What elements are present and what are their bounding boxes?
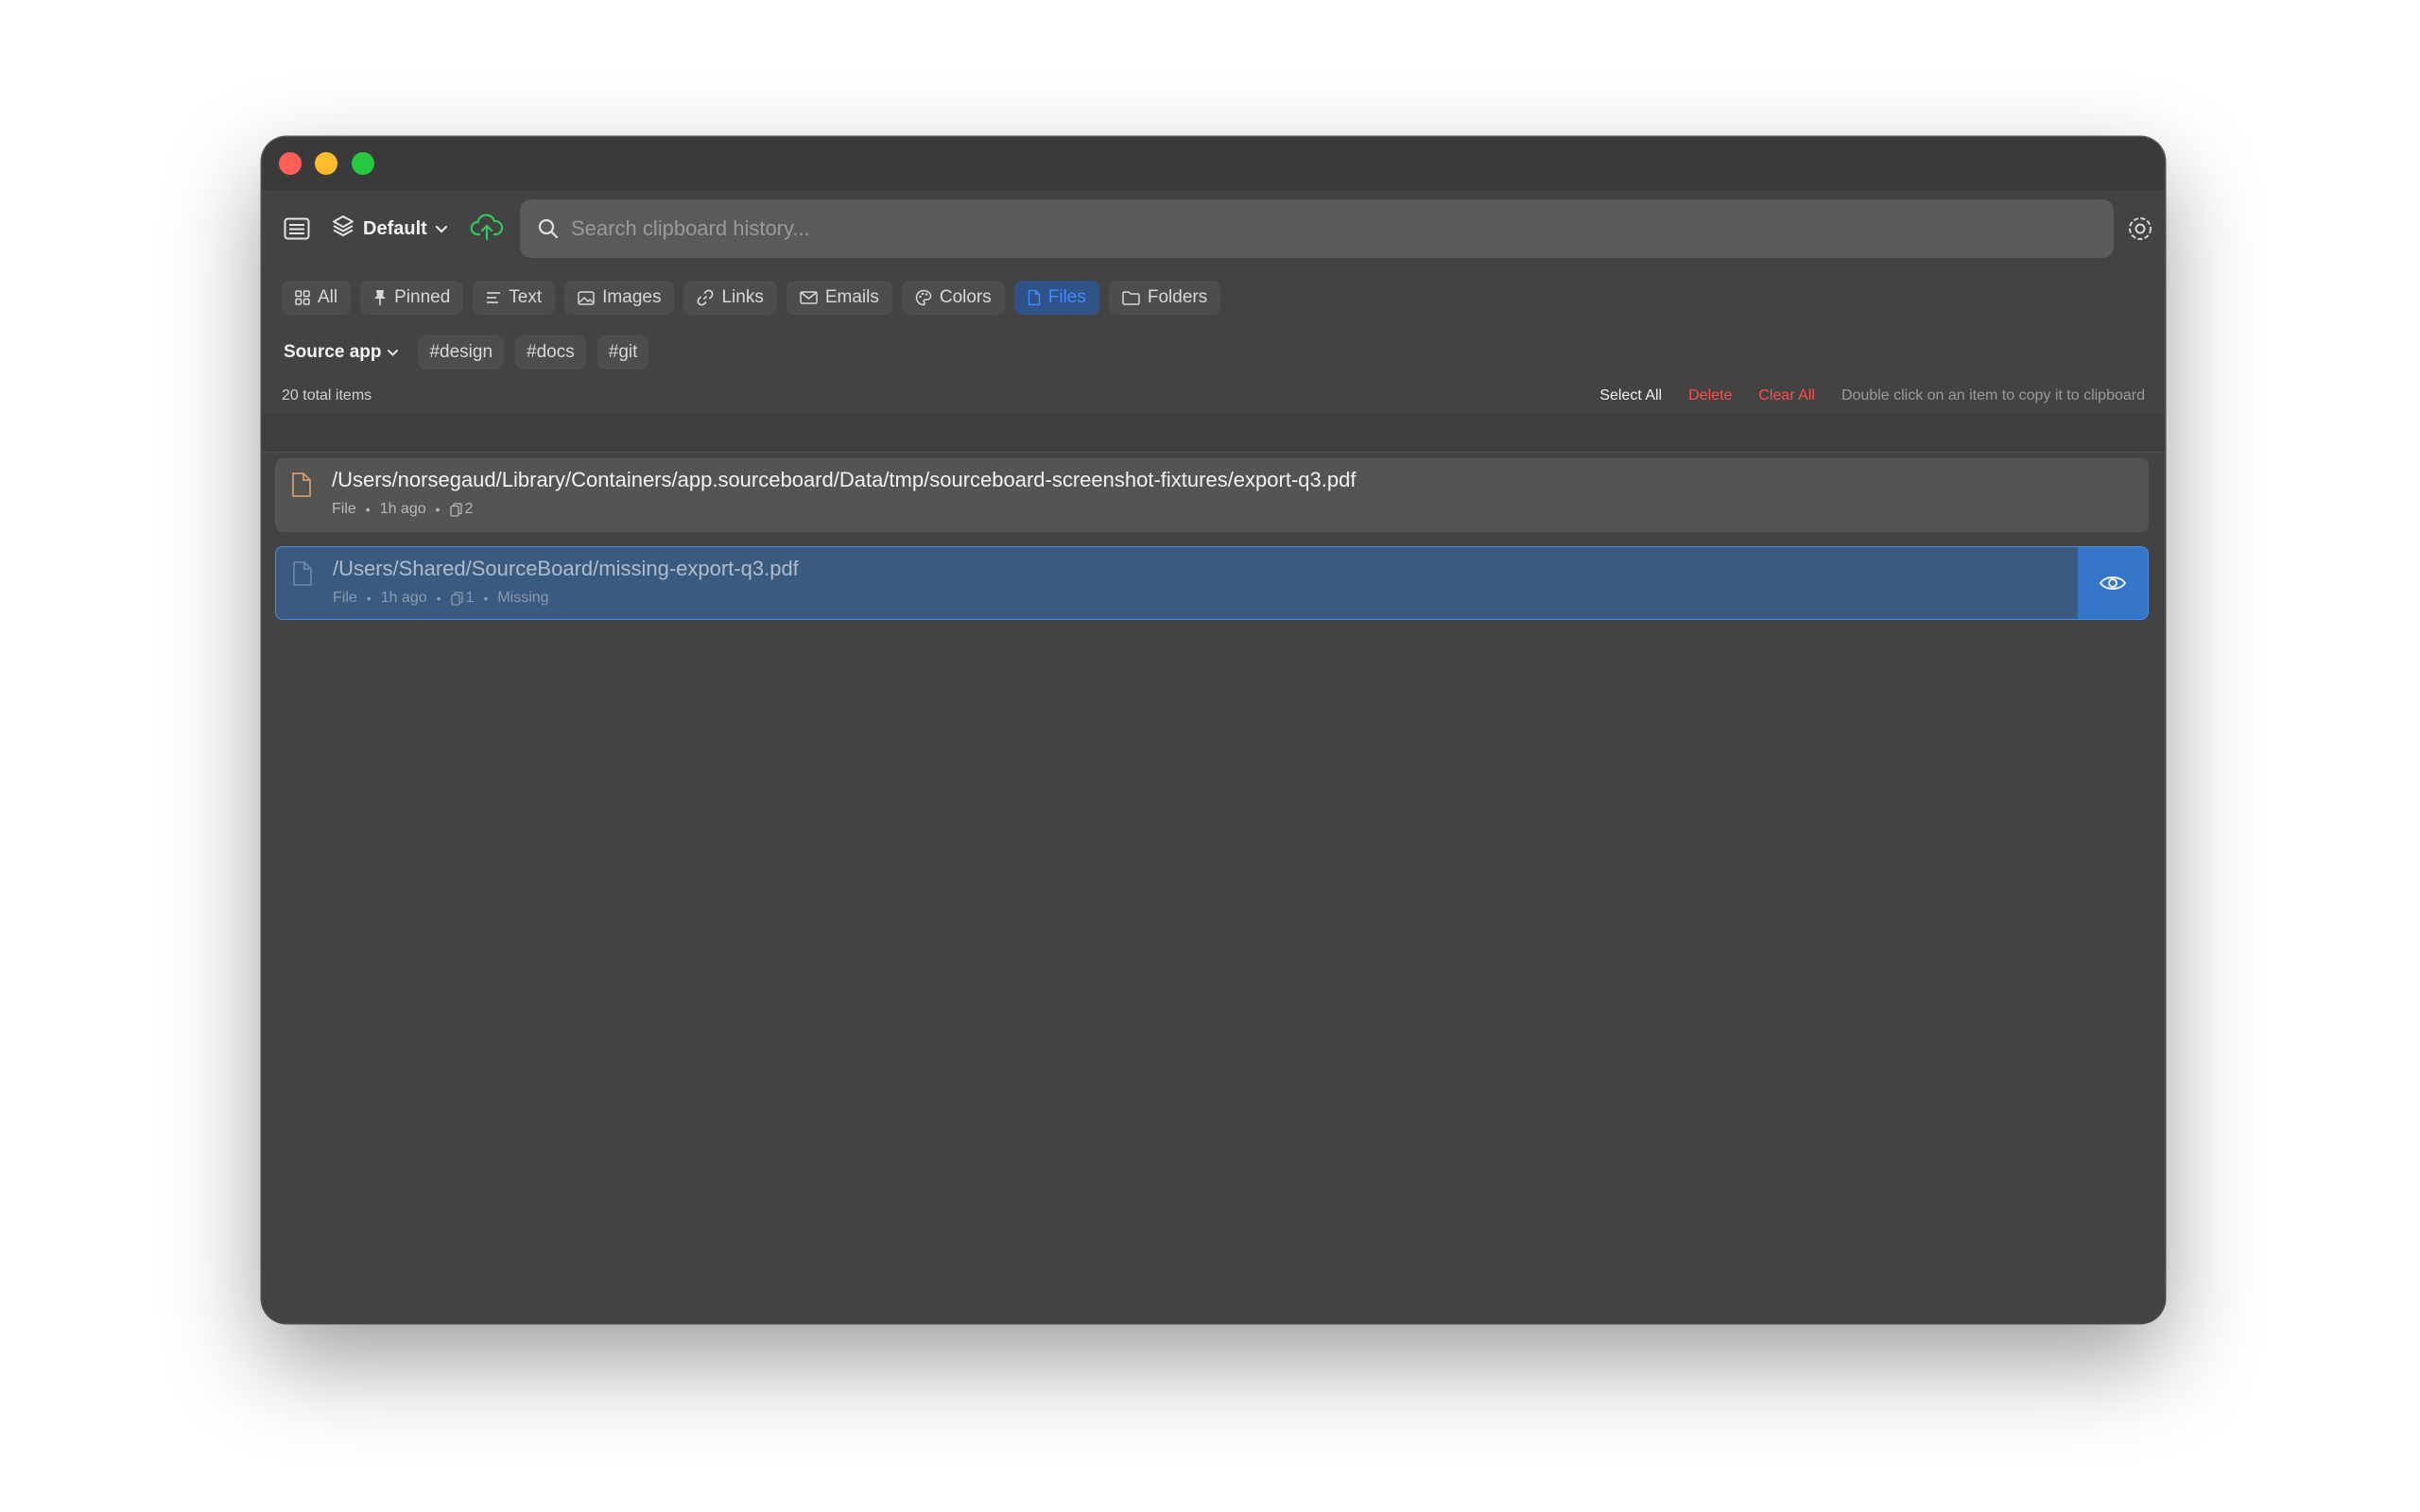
filter-label: Colors [939, 287, 992, 307]
delete-button[interactable]: Delete [1688, 387, 1732, 404]
item-missing-badge: Missing [497, 590, 549, 606]
filter-pinned[interactable]: Pinned [360, 281, 464, 315]
item-meta: File • 1h ago • 2 [332, 501, 474, 518]
filter-images[interactable]: Images [564, 281, 675, 315]
filter-label: Text [509, 287, 543, 307]
profile-label: Default [363, 217, 427, 239]
list-header-band [262, 414, 2165, 453]
pin-icon [374, 290, 387, 305]
item-path: /Users/norsegaud/Library/Containers/app.… [332, 468, 1357, 491]
copy-hint: Double click on an item to copy it to cl… [1841, 387, 2145, 404]
status-bar: 20 total items Select All Delete Clear A… [282, 386, 2145, 406]
filter-label: Emails [824, 287, 879, 307]
source-app-dropdown[interactable]: Source app [282, 342, 406, 363]
filter-files[interactable]: Files [1013, 281, 1099, 315]
cloud-upload-icon[interactable] [468, 209, 506, 247]
filter-label: All [318, 287, 338, 307]
copy-count: 2 [449, 501, 473, 518]
copy-count: 1 [450, 590, 474, 607]
envelope-icon [800, 291, 818, 304]
app-window: Default All Pinned Text [262, 137, 2165, 1323]
title-bar [262, 137, 2165, 190]
file-icon [292, 472, 311, 497]
chevron-down-icon [388, 349, 399, 356]
filter-colors[interactable]: Colors [901, 281, 1005, 315]
palette-icon [915, 289, 932, 306]
preview-button[interactable] [2078, 547, 2148, 619]
list-item[interactable]: /Users/norsegaud/Library/Containers/app.… [275, 458, 2149, 532]
clipboard-copies-icon [449, 502, 462, 517]
folder-icon [1122, 290, 1140, 305]
search-icon [537, 216, 562, 241]
tag-docs[interactable]: #docs [515, 335, 586, 369]
filter-links[interactable]: Links [683, 281, 777, 315]
filter-folders[interactable]: Folders [1108, 281, 1221, 315]
filter-label: Pinned [394, 287, 451, 307]
file-icon [293, 561, 312, 586]
filter-label: Images [602, 287, 662, 307]
filter-text[interactable]: Text [473, 281, 556, 315]
item-time: 1h ago [379, 501, 426, 517]
tag-git[interactable]: #git [596, 335, 649, 369]
chevron-down-icon [435, 218, 448, 240]
file-icon [1028, 289, 1040, 306]
sidebar-toggle-icon[interactable] [281, 213, 313, 245]
layers-icon [331, 214, 355, 244]
clear-all-button[interactable]: Clear All [1758, 387, 1815, 404]
list-item-selected[interactable]: /Users/Shared/SourceBoard/missing-export… [275, 546, 2149, 620]
item-meta: File • 1h ago • 1 • Missing [333, 590, 549, 607]
clipboard-copies-icon [450, 591, 463, 606]
filter-label: Folders [1147, 287, 1208, 307]
item-type: File [333, 590, 357, 606]
item-path: /Users/Shared/SourceBoard/missing-export… [333, 557, 799, 580]
zoom-window-button[interactable] [352, 152, 374, 175]
toolbar: Default [262, 199, 2165, 258]
minimize-window-button[interactable] [315, 152, 337, 175]
filter-emails[interactable]: Emails [786, 281, 892, 315]
eye-icon [2099, 576, 2127, 590]
tag-filters: Source app #design #docs #git [282, 335, 649, 369]
total-items-count: 20 total items [282, 387, 372, 404]
image-icon [578, 290, 595, 305]
tag-design[interactable]: #design [418, 335, 505, 369]
item-type: File [332, 501, 356, 517]
link-icon [698, 289, 714, 306]
search-input[interactable] [569, 215, 2114, 242]
search-bar[interactable] [520, 199, 2114, 258]
settings-gear-icon[interactable] [2124, 213, 2156, 245]
text-lines-icon [487, 292, 501, 303]
grid-icon [295, 290, 310, 305]
select-all-button[interactable]: Select All [1599, 387, 1662, 404]
item-time: 1h ago [380, 590, 427, 606]
filter-label: Links [721, 287, 764, 307]
filter-tabs: All Pinned Text Images Links Emails Colo… [282, 281, 1221, 315]
close-window-button[interactable] [279, 152, 302, 175]
profile-selector[interactable]: Default [331, 213, 448, 245]
filter-label: Files [1047, 287, 1086, 307]
filter-all[interactable]: All [282, 281, 352, 315]
source-app-label: Source app [284, 342, 382, 362]
